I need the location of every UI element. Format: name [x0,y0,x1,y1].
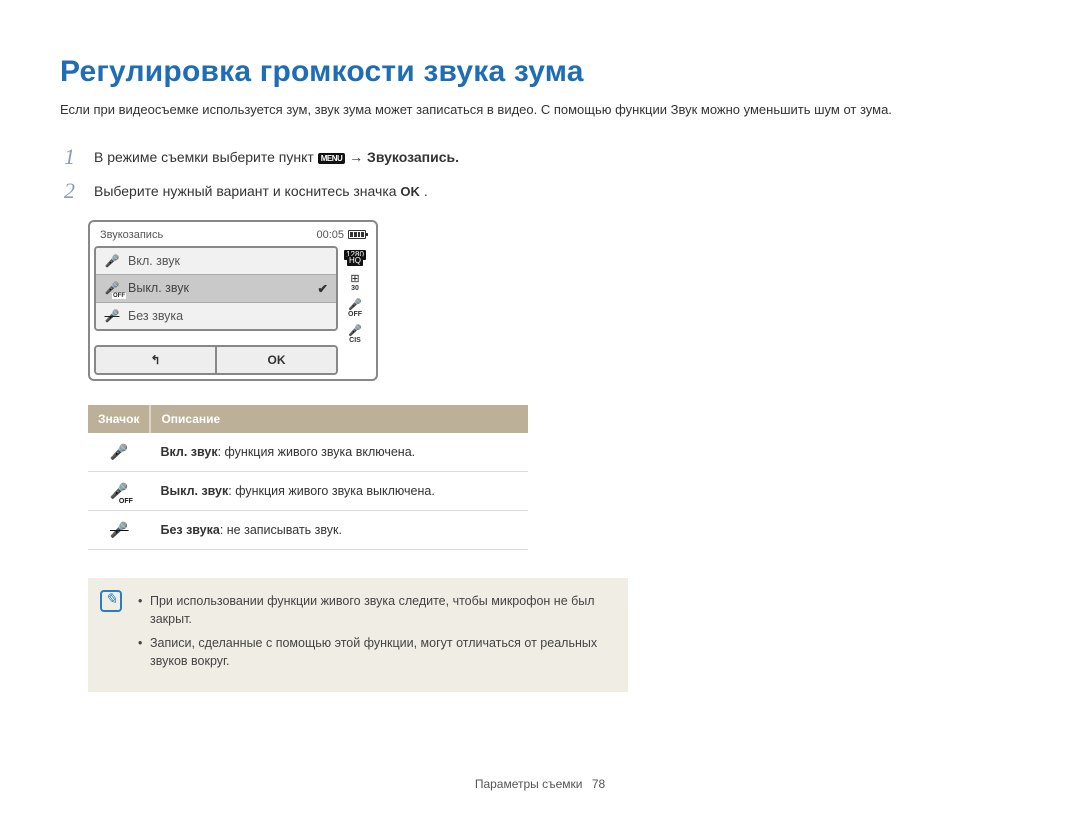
camera-time: 00:05 [316,229,344,241]
step-1: 1 В режиме съемки выберите пункт MENU → … [64,146,1020,168]
page-number: 78 [592,777,605,791]
option-sound-off[interactable]: 🎤OFF Выкл. звук ✔ [96,275,336,303]
ok-icon: OK [400,184,420,199]
mic-off-icon: 🎤OFF [110,482,129,500]
camera-side-icons: 1280 HQ ⊞ 30 🎤 OFF 🎤 CIS [338,246,372,375]
note-item: При использовании функции живого звука с… [138,592,612,628]
option-sound-on[interactable]: 🎤 Вкл. звук [96,248,336,275]
mic-off-icon: 🎤OFF [104,281,120,295]
option-label: Вкл. звук [128,254,180,268]
step1-pre: В режиме съемки выберите пункт [94,149,318,165]
cell-bold: Вкл. звук [160,445,217,459]
page-footer: Параметры съемки 78 [0,777,1080,791]
cell-text: : не записывать звук. [220,523,342,537]
options-panel: 🎤 Вкл. звук 🎤OFF Выкл. звук ✔ 🎤 Без звук… [94,246,338,331]
step-body: В режиме съемки выберите пункт MENU → Зв… [94,146,459,168]
footer-section: Параметры съемки [475,777,586,791]
back-button[interactable]: ↰ [96,347,217,373]
cis-icon: 🎤 CIS [347,324,363,344]
th-desc: Описание [150,405,528,433]
cell-text: : функция живого звука выключена. [228,484,435,498]
check-icon: ✔ [318,281,328,296]
icon-description-table: Значок Описание 🎤 Вкл. звук: функция жив… [88,405,528,550]
step2-pre: Выберите нужный вариант и коснитесь знач… [94,183,400,199]
mic-mute-icon: 🎤 [110,521,129,539]
option-label: Без звука [128,309,183,323]
battery-icon [348,230,366,239]
mic-mute-icon: 🎤 [104,309,120,323]
camera-screenshot: Звукозапись 00:05 🎤 Вкл. звук 🎤OFF Выкл.… [88,220,378,381]
note-icon: ✎ [100,590,122,612]
table-row: 🎤OFF Выкл. звук: функция живого звука вы… [88,471,528,510]
ok-button[interactable]: OK [217,347,336,373]
table-row: 🎤 Без звука: не записывать звук. [88,510,528,549]
resolution-badge: 1280 HQ [344,250,366,266]
cell-bold: Выкл. звук [160,484,228,498]
mic-off-side-icon: 🎤 OFF [347,298,363,318]
mic-on-icon: 🎤 [104,254,120,268]
option-label: Выкл. звук [128,281,189,295]
step2-post: . [424,183,428,199]
mic-on-icon: 🎤 [110,443,129,461]
steps-list: 1 В режиме съемки выберите пункт MENU → … [64,146,1020,202]
th-icon: Значок [88,405,150,433]
menu-icon: MENU [318,153,346,164]
step-body: Выберите нужный вариант и коснитесь знач… [94,180,428,202]
cell-text: : функция живого звука включена. [218,445,416,459]
step-number: 2 [64,180,80,202]
fps-icon: ⊞ 30 [347,272,363,292]
step-number: 1 [64,146,80,168]
page-title: Регулировка громкости звука зума [60,55,1020,89]
camera-title: Звукозапись [100,229,163,241]
step1-post: → Звукозапись. [349,149,459,165]
camera-footer: ↰ OK [94,345,338,375]
step-2: 2 Выберите нужный вариант и коснитесь зн… [64,180,1020,202]
table-row: 🎤 Вкл. звук: функция живого звука включе… [88,433,528,472]
intro-text: Если при видеосъемке используется зум, з… [60,101,1020,120]
note-item: Записи, сделанные с помощью этой функции… [138,634,612,670]
option-mute[interactable]: 🎤 Без звука [96,303,336,329]
cell-bold: Без звука [160,523,219,537]
camera-header: Звукозапись 00:05 [94,226,372,246]
note-box: ✎ При использовании функции живого звука… [88,578,628,693]
